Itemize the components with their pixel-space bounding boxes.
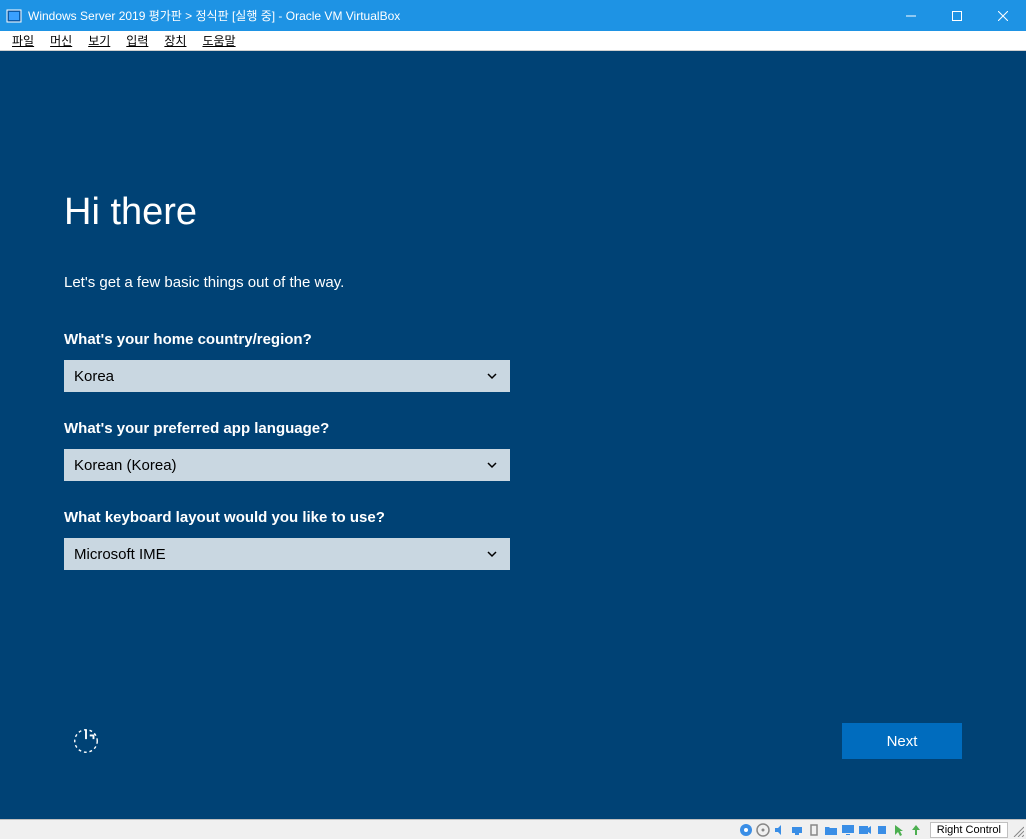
statusbar: Right Control [0,819,1026,839]
menu-devices[interactable]: 장치 [156,31,194,50]
shared-folder-icon[interactable] [823,822,839,838]
maximize-button[interactable] [934,0,980,31]
keyboard-label: What keyboard layout would you like to u… [64,509,664,526]
chevron-down-icon [484,459,500,471]
next-button[interactable]: Next [842,723,962,759]
chevron-down-icon [484,370,500,382]
vm-screen: Hi there Let's get a few basic things ou… [0,51,1026,819]
chevron-down-icon [484,548,500,560]
recording-icon[interactable] [857,822,873,838]
country-label: What's your home country/region? [64,331,664,348]
menubar: 파일 머신 보기 입력 장치 도움말 [0,31,1026,51]
network-icon[interactable] [789,822,805,838]
country-field: What's your home country/region? Korea [64,331,664,392]
minimize-button[interactable] [888,0,934,31]
country-dropdown[interactable]: Korea [64,360,510,392]
ease-of-access-button[interactable] [70,725,102,757]
oobe-panel: Hi there Let's get a few basic things ou… [64,191,664,598]
resize-grip[interactable] [1010,823,1024,837]
menu-input[interactable]: 입력 [118,31,156,50]
usb-icon[interactable] [806,822,822,838]
display-icon[interactable] [840,822,856,838]
mouse-integration-icon[interactable] [891,822,907,838]
keyboard-dropdown[interactable]: Microsoft IME [64,538,510,570]
window-title: Windows Server 2019 평가판 > 정식판 [실행 중] - O… [28,7,888,24]
page-subtitle: Let's get a few basic things out of the … [64,274,664,291]
keyboard-field: What keyboard layout would you like to u… [64,509,664,570]
menu-view[interactable]: 보기 [80,31,118,50]
country-value: Korea [74,368,484,385]
optical-icon[interactable] [755,822,771,838]
menu-help[interactable]: 도움말 [194,31,243,50]
language-label: What's your preferred app language? [64,420,664,437]
menu-file[interactable]: 파일 [4,31,42,50]
language-field: What's your preferred app language? Kore… [64,420,664,481]
virtualbox-icon [6,8,22,24]
close-button[interactable] [980,0,1026,31]
language-dropdown[interactable]: Korean (Korea) [64,449,510,481]
status-icons [738,822,924,838]
host-key-indicator[interactable]: Right Control [930,822,1008,838]
keyboard-capture-icon[interactable] [908,822,924,838]
audio-icon[interactable] [772,822,788,838]
titlebar: Windows Server 2019 평가판 > 정식판 [실행 중] - O… [0,0,1026,31]
page-heading: Hi there [64,191,664,234]
menu-machine[interactable]: 머신 [42,31,80,50]
window-controls [888,0,1026,31]
cpu-icon[interactable] [874,822,890,838]
language-value: Korean (Korea) [74,457,484,474]
harddisk-icon[interactable] [738,822,754,838]
keyboard-value: Microsoft IME [74,546,484,563]
